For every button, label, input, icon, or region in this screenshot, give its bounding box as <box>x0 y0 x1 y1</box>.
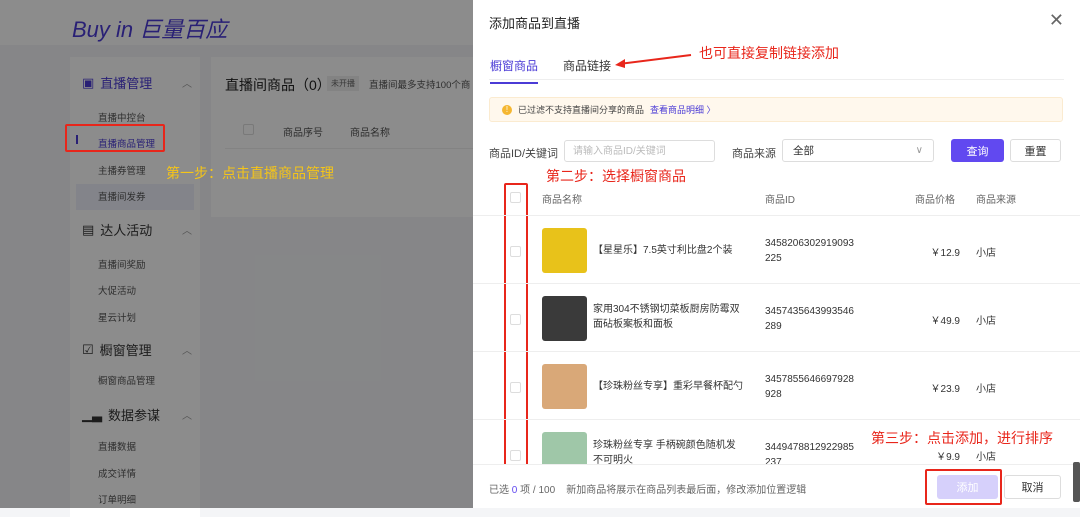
row-checkbox[interactable] <box>510 450 521 461</box>
annotation-step2: 第二步：选择橱窗商品 <box>546 168 686 184</box>
column-header-id: 商品ID <box>765 195 795 206</box>
product-name: 家用304不锈钢切菜板厨房防霉双面砧板案板和面板 <box>593 304 740 330</box>
product-name: 【星星乐】7.5英寸利比盘2个装 <box>593 245 733 256</box>
row-checkbox[interactable] <box>510 246 521 257</box>
drawer-title: 添加商品到直播 <box>489 16 581 31</box>
source-label: 商品来源 <box>732 148 776 160</box>
product-name: 【珍珠粉丝专享】重彩早餐杯配勺 <box>593 381 743 392</box>
product-price: ￥9.9 <box>936 452 960 463</box>
source-select[interactable]: 全部 ∨ <box>782 139 934 162</box>
selected-suffix: 项 / 100 <box>517 485 556 496</box>
row-checkbox[interactable] <box>510 382 521 393</box>
column-header-source: 商品来源 <box>976 195 1016 206</box>
product-id: 3458206302919093225 <box>765 238 854 264</box>
column-header-price: 商品价格 <box>915 195 955 206</box>
select-all-checkbox[interactable] <box>510 192 521 203</box>
modal-overlay[interactable] <box>0 0 473 508</box>
notice-banner: ! 已过滤不支持直播间分享的商品 查看商品明细 〉 <box>489 97 1063 122</box>
footer-hint: 新加商品将展示在商品列表最后面，修改添加位置逻辑 <box>566 485 807 496</box>
annotation-step3: 第三步：点击添加，进行排序 <box>869 428 1055 448</box>
product-source: 小店 <box>976 384 996 395</box>
source-value: 全部 <box>793 145 814 157</box>
product-source: 小店 <box>976 452 996 463</box>
add-product-drawer: 添加商品到直播 ✕ 橱窗商品 商品链接 也可直接复制链接添加 ! 已过滤不支持直… <box>473 0 1080 508</box>
annotation-step1: 第一步：点击直播商品管理 <box>166 165 334 181</box>
warning-icon: ! <box>502 104 512 115</box>
product-id: 3457435643993546289 <box>765 306 854 332</box>
selected-prefix: 已选 <box>489 485 512 496</box>
id-label: 商品ID/关键词 <box>489 148 559 160</box>
arrow-annotation-icon <box>615 54 692 68</box>
scrollbar[interactable] <box>1073 462 1080 502</box>
row-checkbox[interactable] <box>510 314 521 325</box>
cancel-button[interactable]: 取消 <box>1004 475 1061 499</box>
product-price: ￥49.9 <box>930 316 960 327</box>
view-details-link[interactable]: 查看商品明细 〉 <box>650 103 716 116</box>
notice-text: 已过滤不支持直播间分享的商品 <box>518 105 645 115</box>
annotation-box-step3 <box>925 469 1002 505</box>
selection-summary: 已选 0 项 / 100 新加商品将展示在商品列表最后面，修改添加位置逻辑 <box>489 481 806 496</box>
product-source: 小店 <box>976 316 996 327</box>
close-icon[interactable]: ✕ <box>1049 10 1064 31</box>
query-button[interactable]: 查询 <box>951 139 1004 162</box>
product-price: ￥12.9 <box>930 248 960 259</box>
product-source: 小店 <box>976 248 996 259</box>
id-keyword-input[interactable] <box>564 140 715 162</box>
annotation-box-step1 <box>65 124 165 152</box>
divider <box>489 79 1064 80</box>
product-id: 3457855646697928928 <box>765 374 854 400</box>
reset-button[interactable]: 重置 <box>1010 139 1061 162</box>
column-header-name: 商品名称 <box>542 195 582 206</box>
product-thumbnail <box>542 228 587 273</box>
table-row[interactable]: 【星星乐】7.5英寸利比盘2个装 3458206302919093225 ￥12… <box>473 215 1080 283</box>
table-row[interactable]: 【珍珠粉丝专享】重彩早餐杯配勺 3457855646697928928 ￥23.… <box>473 351 1080 419</box>
product-price: ￥23.9 <box>930 384 960 395</box>
product-thumbnail <box>542 296 587 341</box>
table-row[interactable]: 家用304不锈钢切菜板厨房防霉双面砧板案板和面板 345743564399354… <box>473 283 1080 351</box>
chevron-down-icon: ∨ <box>915 145 923 156</box>
product-thumbnail <box>542 364 587 409</box>
annotation-link-hint: 也可直接复制链接添加 <box>699 45 839 61</box>
